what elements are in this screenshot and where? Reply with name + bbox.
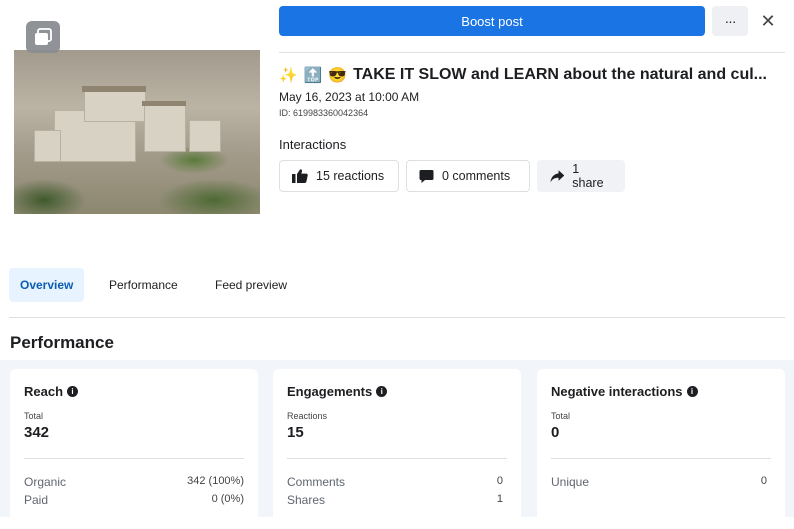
row-label: Paid [24, 493, 49, 507]
divider [24, 458, 244, 459]
row-label: Comments [287, 475, 346, 489]
post-thumbnail[interactable] [14, 50, 260, 214]
row-value: 0 [496, 475, 503, 487]
comments-button[interactable]: 0 comments [406, 160, 530, 192]
card-title: Reach i [24, 384, 79, 399]
row-value: 0 [760, 475, 767, 487]
info-icon[interactable]: i [67, 386, 79, 397]
card-row: Organic 342 (100%) [24, 475, 244, 489]
post-date: May 16, 2023 at 10:00 AM [279, 90, 420, 104]
sparkles-icon: ✨ [279, 67, 298, 84]
post-title-text: TAKE IT SLOW and LEARN about the natural… [353, 66, 767, 83]
divider [551, 458, 771, 459]
tab-overview[interactable]: Overview [9, 268, 85, 302]
card-value: 0 [551, 424, 560, 441]
shares-count: 1 share [572, 162, 604, 190]
section-title: Performance [10, 333, 114, 352]
comments-count: 0 comments [442, 169, 511, 183]
shares-button[interactable]: 1 share [537, 160, 625, 192]
negative-interactions-card: Negative interactions i Total 0 Unique 0 [537, 369, 785, 529]
card-row: Shares 1 [287, 493, 503, 507]
post-title: ✨ 🔝 😎 TAKE IT SLOW and LEARN about the n… [279, 66, 789, 84]
card-title-text: Negative interactions [551, 384, 683, 399]
card-sublabel: Total [24, 411, 44, 421]
top-arrow-icon: 🔝 [303, 67, 323, 84]
reactions-count: 15 reactions [316, 169, 385, 183]
reactions-button[interactable]: 15 reactions [279, 160, 399, 192]
share-arrow-icon [550, 169, 565, 182]
card-row: Paid 0 (0%) [24, 493, 244, 507]
row-value: 342 (100%) [187, 475, 244, 487]
divider [279, 52, 785, 53]
card-title: Engagements i [287, 384, 388, 399]
close-icon[interactable]: ✕ [756, 6, 780, 36]
row-label: Shares [287, 493, 326, 507]
tab-feed-preview[interactable]: Feed preview [215, 268, 287, 302]
card-sublabel: Reactions [287, 411, 328, 421]
card-title-text: Engagements [287, 384, 373, 399]
card-value: 15 [287, 424, 304, 441]
row-label: Organic [24, 475, 67, 489]
tab-performance[interactable]: Performance [109, 268, 178, 302]
comment-icon [419, 169, 434, 183]
more-options-button[interactable]: ··· [712, 6, 748, 36]
interactions-label: Interactions [279, 137, 347, 152]
boost-post-button[interactable]: Boost post [279, 6, 705, 36]
row-label: Unique [551, 475, 590, 489]
card-row: Unique 0 [551, 475, 767, 489]
post-id: ID: 619983360042364 [279, 108, 369, 118]
card-value: 342 [24, 424, 50, 441]
reach-card: Reach i Total 342 Organic 342 (100%) Pai… [10, 369, 258, 529]
info-icon[interactable]: i [686, 386, 698, 397]
card-row: Comments 0 [287, 475, 503, 489]
card-title: Negative interactions i [551, 384, 698, 399]
sunglasses-icon: 😎 [328, 67, 348, 84]
row-value: 1 [496, 493, 503, 505]
info-icon[interactable]: i [376, 386, 388, 397]
engagements-card: Engagements i Reactions 15 Comments 0 Sh… [273, 369, 521, 529]
card-title-text: Reach [24, 384, 64, 399]
thumbs-up-icon [292, 169, 308, 183]
divider [287, 458, 507, 459]
card-sublabel: Total [551, 411, 571, 421]
row-value: 0 (0%) [211, 493, 244, 505]
divider [9, 317, 785, 318]
album-icon [26, 21, 60, 53]
